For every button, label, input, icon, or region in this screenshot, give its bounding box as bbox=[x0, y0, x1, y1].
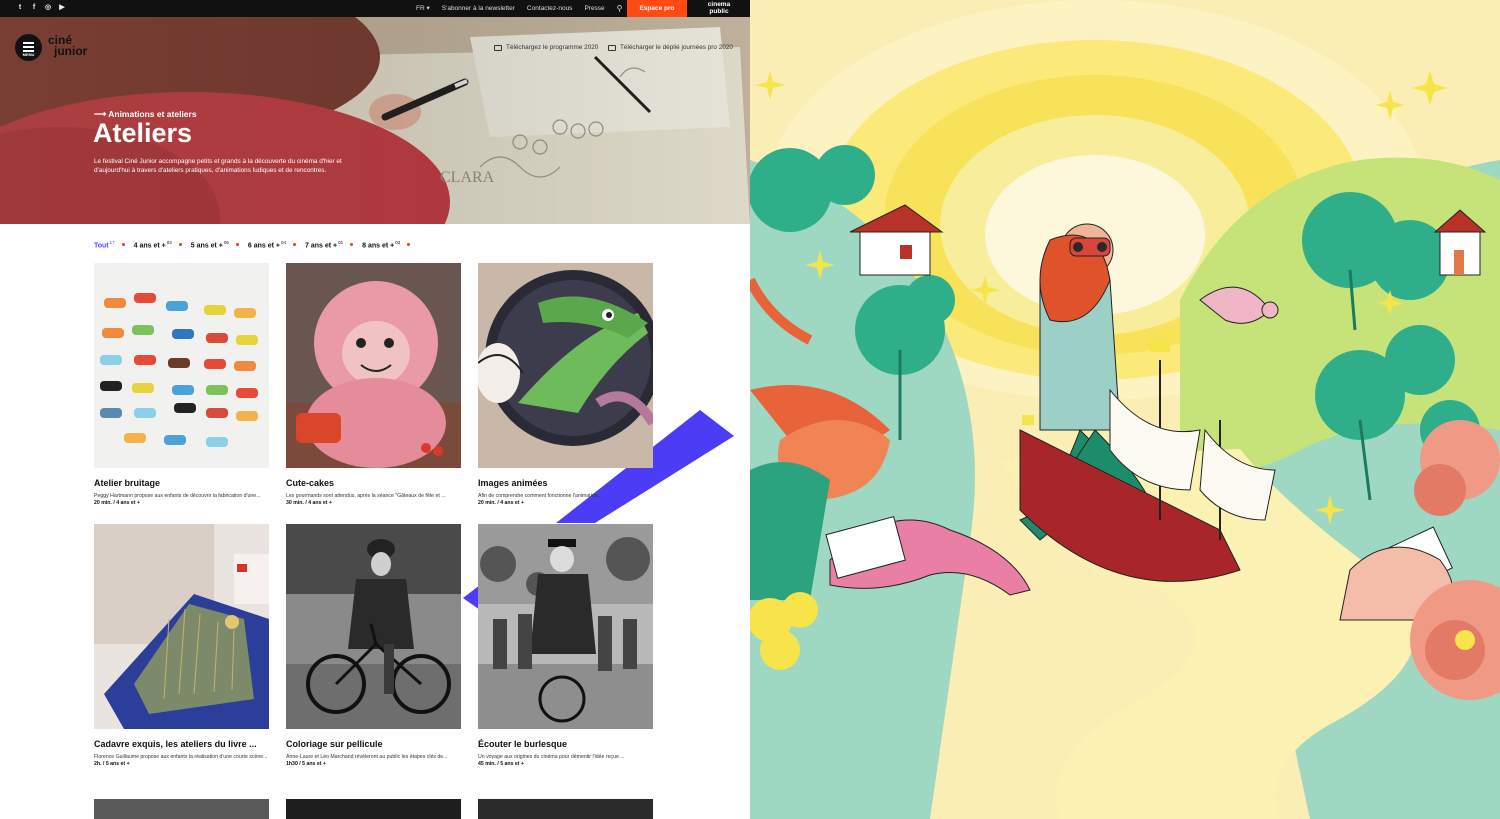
booklet-icon bbox=[494, 44, 502, 51]
filter-label: 6 ans et + bbox=[247, 242, 281, 250]
hero-banner: CLARA MENU ciné junior Téléchargez le pr… bbox=[0, 17, 750, 224]
card-description: Un voyage aux origines du cinéma pour dé… bbox=[478, 754, 625, 760]
card-meta: 45 min. / 5 ans et + bbox=[478, 761, 524, 767]
top-bar: t f ◎ ▶ FR ▾ S'abonner à la newsletter C… bbox=[0, 0, 750, 17]
card-title: Images animées bbox=[478, 478, 548, 488]
card-image bbox=[478, 524, 653, 729]
filter-separator bbox=[235, 243, 239, 247]
card-thumb-partial[interactable] bbox=[94, 799, 269, 819]
page-title: Ateliers bbox=[93, 118, 193, 148]
filter-label: Tout bbox=[94, 242, 109, 250]
download-program-label: Téléchargez le programme 2020 bbox=[506, 44, 599, 51]
language-selector[interactable]: FR ▾ bbox=[410, 0, 436, 17]
card-title: Cadavre exquis, les ateliers du livre ..… bbox=[94, 739, 257, 749]
page-intro: Le festival Ciné Junior accompagne petit… bbox=[94, 158, 342, 174]
filter-count: 04 bbox=[281, 240, 287, 245]
filter-count: 03 bbox=[395, 240, 401, 245]
card-meta: 30 min. / 4 ans et + bbox=[286, 500, 332, 506]
filter-8-plus[interactable]: 8 ans et +03 bbox=[362, 240, 400, 249]
card-image bbox=[286, 524, 461, 729]
filter-separator bbox=[293, 243, 297, 247]
cine-junior-logo[interactable]: ciné junior bbox=[48, 34, 88, 58]
newsletter-link[interactable]: S'abonner à la newsletter bbox=[436, 0, 521, 17]
card-meta: 20 min. / 4 ans et + bbox=[478, 500, 524, 506]
card-title: Coloriage sur pellicule bbox=[286, 739, 383, 749]
instagram-icon[interactable]: ◎ bbox=[44, 3, 52, 12]
map-icon bbox=[608, 44, 616, 51]
card-title: Écouter le burlesque bbox=[478, 739, 568, 749]
filter-label: 5 ans et + bbox=[190, 242, 223, 250]
cinema-public-logo[interactable]: cinema public bbox=[696, 1, 742, 15]
card-meta: 2h. / 5 ans et + bbox=[94, 761, 130, 767]
filter-count: 01 bbox=[338, 240, 344, 245]
card-description: Anne-Laure et Léo Marchand révèleront au… bbox=[286, 754, 448, 760]
filter-separator bbox=[350, 243, 354, 247]
card-thumb-partial[interactable] bbox=[478, 799, 653, 819]
menu-button[interactable]: MENU bbox=[15, 34, 42, 61]
card-image bbox=[286, 263, 461, 468]
filter-separator bbox=[178, 243, 182, 247]
website-panel: t f ◎ ▶ FR ▾ S'abonner à la newsletter C… bbox=[0, 0, 750, 819]
filter-count: 06 bbox=[223, 240, 229, 245]
menu-label: MENU bbox=[22, 52, 35, 57]
card-image bbox=[94, 263, 269, 468]
card-description: Peggy Hartmann propose aux enfants de dé… bbox=[94, 493, 261, 499]
card-description: Les gourmands sont attendus, après la sé… bbox=[286, 493, 446, 499]
filter-label: 4 ans et + bbox=[133, 242, 166, 250]
filter-7-plus[interactable]: 7 ans et +01 bbox=[305, 240, 343, 249]
filter-all[interactable]: Tout17 bbox=[94, 240, 115, 249]
download-pro-label: Télécharger le déplié journées pro 2020 bbox=[620, 44, 733, 51]
social-links: t f ◎ ▶ bbox=[16, 3, 66, 12]
contact-link[interactable]: Contactez-nous bbox=[521, 0, 579, 17]
card-image bbox=[94, 524, 269, 729]
filter-separator bbox=[407, 243, 411, 247]
logo-line-2: junior bbox=[54, 44, 88, 58]
press-link[interactable]: Presse bbox=[578, 0, 610, 17]
filter-4-plus[interactable]: 4 ans et +03 bbox=[134, 240, 172, 249]
search-icon[interactable]: ⚲ bbox=[611, 0, 625, 17]
partner-logo-line-2: public bbox=[709, 8, 729, 15]
download-program-link[interactable]: Téléchargez le programme 2020 bbox=[494, 44, 598, 51]
filter-5-plus[interactable]: 5 ans et +06 bbox=[191, 240, 229, 249]
download-pro-link[interactable]: Télécharger le déplié journées pro 2020 bbox=[608, 44, 733, 51]
card-image bbox=[478, 263, 653, 468]
pro-space-button[interactable]: Espace pro bbox=[627, 0, 687, 17]
filter-label: 7 ans et + bbox=[305, 242, 338, 250]
filter-count: 03 bbox=[166, 240, 172, 245]
illustration-panel bbox=[750, 0, 1500, 819]
card-description: Afin de comprendre comment fonctionne l'… bbox=[478, 493, 602, 499]
card-title: Cute-cakes bbox=[286, 478, 335, 488]
filter-label: 8 ans et + bbox=[362, 242, 395, 250]
card-title: Atelier bruitage bbox=[94, 478, 161, 488]
card-meta: 20 min. / 4 ans et + bbox=[94, 500, 140, 506]
filter-count: 17 bbox=[109, 240, 115, 245]
festival-illustration bbox=[750, 0, 1500, 819]
partner-logo-line-1: cinema bbox=[707, 1, 731, 8]
filter-6-plus[interactable]: 6 ans et +04 bbox=[248, 240, 286, 249]
twitter-icon[interactable]: t bbox=[16, 3, 24, 12]
age-filters: Tout17 4 ans et +03 5 ans et +06 6 ans e… bbox=[94, 240, 419, 249]
filter-separator bbox=[121, 243, 125, 247]
card-thumb-partial[interactable] bbox=[286, 799, 461, 819]
facebook-icon[interactable]: f bbox=[30, 3, 38, 12]
youtube-icon[interactable]: ▶ bbox=[58, 3, 66, 12]
card-description: Florence Guillaume propose aux enfants l… bbox=[94, 754, 268, 760]
language-label: FR bbox=[416, 5, 425, 12]
card-meta: 1h30 / 5 ans et + bbox=[286, 761, 326, 767]
